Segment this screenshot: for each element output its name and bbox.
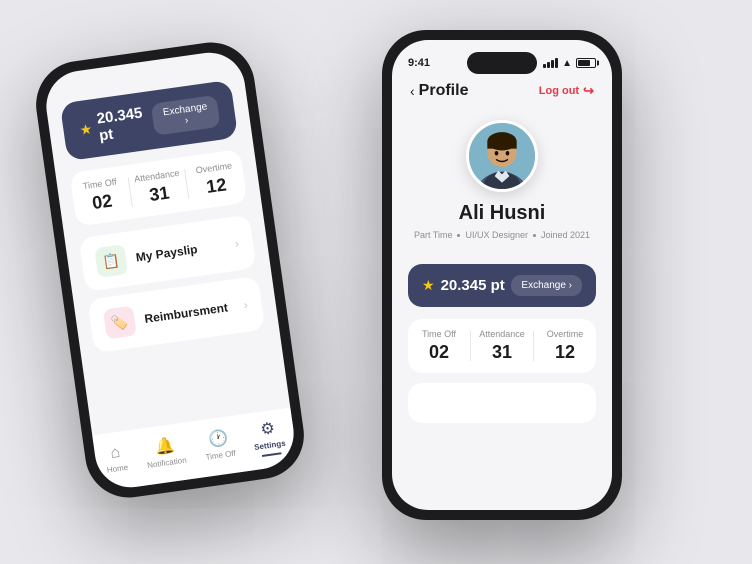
- star-icon: ★: [78, 120, 93, 139]
- settings-icon: ⚙: [259, 418, 276, 440]
- back-icon: ‹: [410, 83, 415, 99]
- points-value-left: 20.345 pt: [96, 103, 156, 144]
- nav-home[interactable]: ⌂ Home: [103, 443, 128, 475]
- logout-label: Log out: [539, 85, 579, 97]
- exchange-button-right[interactable]: Exchange ›: [511, 275, 582, 296]
- back-button[interactable]: ‹ Profile: [410, 82, 468, 100]
- nav-active-indicator: [261, 452, 281, 457]
- signal-bars: [543, 58, 558, 68]
- notification-icon: 🔔: [153, 435, 176, 458]
- payslip-icon-wrap: 📋: [94, 244, 128, 278]
- nav-timeoff[interactable]: 🕐 Time Off: [202, 427, 236, 462]
- reimbursment-icon: 🏷️: [110, 313, 130, 332]
- avatar: [466, 120, 538, 192]
- nav-notification-label: Notification: [147, 456, 187, 470]
- stat-attendance-left: Attendance 31: [128, 167, 189, 209]
- battery-icon: [576, 58, 596, 68]
- stat-value-attendance-right: 31: [471, 342, 533, 363]
- stat-timeoff-right: Time Off 02: [408, 329, 470, 363]
- reimbursment-chevron: ›: [243, 298, 249, 312]
- stats-row-left: Time Off 02 Attendance 31 Overtime 12: [70, 149, 248, 226]
- stats-row-right: Time Off 02 Attendance 31 Overtime 12: [408, 319, 596, 373]
- stat-value-timeoff: 02: [73, 188, 132, 217]
- bottom-partial-card: [408, 383, 596, 423]
- dynamic-island: [467, 52, 537, 74]
- stat-attendance-right: Attendance 31: [471, 329, 533, 363]
- status-icons: ▲: [543, 58, 596, 69]
- meta-dot-2: [533, 234, 536, 237]
- payslip-label: My Payslip: [135, 242, 198, 264]
- nav-settings-label: Settings: [254, 439, 287, 452]
- wifi-icon: ▲: [562, 58, 572, 69]
- profile-type: Part Time: [414, 230, 453, 240]
- nav-notification[interactable]: 🔔 Notification: [144, 434, 188, 470]
- timeoff-icon: 🕐: [207, 428, 230, 451]
- signal-bar-3: [551, 60, 554, 68]
- nav-settings[interactable]: ⚙ Settings: [251, 417, 287, 458]
- stat-overtime-left: Overtime 12: [185, 159, 246, 201]
- profile-title: Profile: [419, 82, 469, 100]
- nav-home-label: Home: [106, 463, 128, 475]
- signal-bar-1: [543, 64, 546, 68]
- status-time: 9:41: [408, 57, 430, 69]
- stat-label-overtime-right: Overtime: [534, 329, 596, 339]
- stat-timeoff-left: Time Off 02: [71, 175, 132, 217]
- right-content: 9:41 ▲ ‹ Pro: [392, 40, 612, 510]
- menu-payslip-left: 📋 My Payslip: [94, 234, 199, 278]
- stat-value-overtime-right: 12: [534, 342, 596, 363]
- left-screen: ★ 20.345 pt Exchange › Time Off 02 Atten…: [42, 48, 299, 492]
- right-phone: 9:41 ▲ ‹ Pro: [382, 30, 622, 520]
- profile-name: Ali Husni: [459, 202, 546, 225]
- stat-value-attendance: 31: [130, 180, 189, 209]
- stat-value-timeoff-right: 02: [408, 342, 470, 363]
- right-screen: 9:41 ▲ ‹ Pro: [392, 40, 612, 510]
- payslip-icon: 📋: [101, 251, 121, 270]
- exchange-button-left[interactable]: Exchange ›: [151, 95, 220, 136]
- logout-icon: ↪: [583, 83, 594, 99]
- profile-role: UI/UX Designer: [465, 230, 528, 240]
- stat-overtime-right: Overtime 12: [534, 329, 596, 363]
- home-icon: ⌂: [109, 444, 121, 463]
- left-phone: ★ 20.345 pt Exchange › Time Off 02 Atten…: [30, 37, 309, 503]
- bottom-nav-left: ⌂ Home 🔔 Notification 🕐 Time Off ⚙ Setti…: [92, 408, 298, 492]
- reimbursment-label: Reimbursment: [144, 300, 229, 326]
- points-card-left[interactable]: ★ 20.345 pt Exchange ›: [60, 80, 238, 161]
- payslip-chevron: ›: [234, 236, 240, 250]
- star-icon-right: ★: [422, 277, 435, 294]
- profile-meta: Part Time UI/UX Designer Joined 2021: [414, 230, 590, 240]
- avatar-svg: [469, 123, 535, 189]
- profile-joined: Joined 2021: [541, 230, 590, 240]
- stat-label-attendance-right: Attendance: [471, 329, 533, 339]
- stat-label-timeoff-right: Time Off: [408, 329, 470, 339]
- logout-button[interactable]: Log out ↪: [539, 83, 594, 99]
- left-content: ★ 20.345 pt Exchange › Time Off 02 Atten…: [42, 48, 299, 492]
- points-left-right: ★ 20.345 pt: [422, 277, 505, 294]
- profile-section: Ali Husni Part Time UI/UX Designer Joine…: [392, 110, 612, 254]
- battery-fill: [578, 60, 590, 66]
- points-left: ★ 20.345 pt: [77, 103, 155, 147]
- nav-timeoff-label: Time Off: [205, 449, 236, 462]
- reimbursment-icon-wrap: 🏷️: [103, 306, 137, 340]
- points-card-right[interactable]: ★ 20.345 pt Exchange ›: [408, 264, 596, 307]
- signal-bar-4: [555, 58, 558, 68]
- points-value-right: 20.345 pt: [441, 277, 505, 294]
- meta-dot-1: [457, 234, 460, 237]
- menu-reimbursment-left: 🏷️ Reimbursment: [103, 292, 230, 339]
- stat-value-overtime: 12: [187, 172, 246, 201]
- signal-bar-2: [547, 62, 550, 68]
